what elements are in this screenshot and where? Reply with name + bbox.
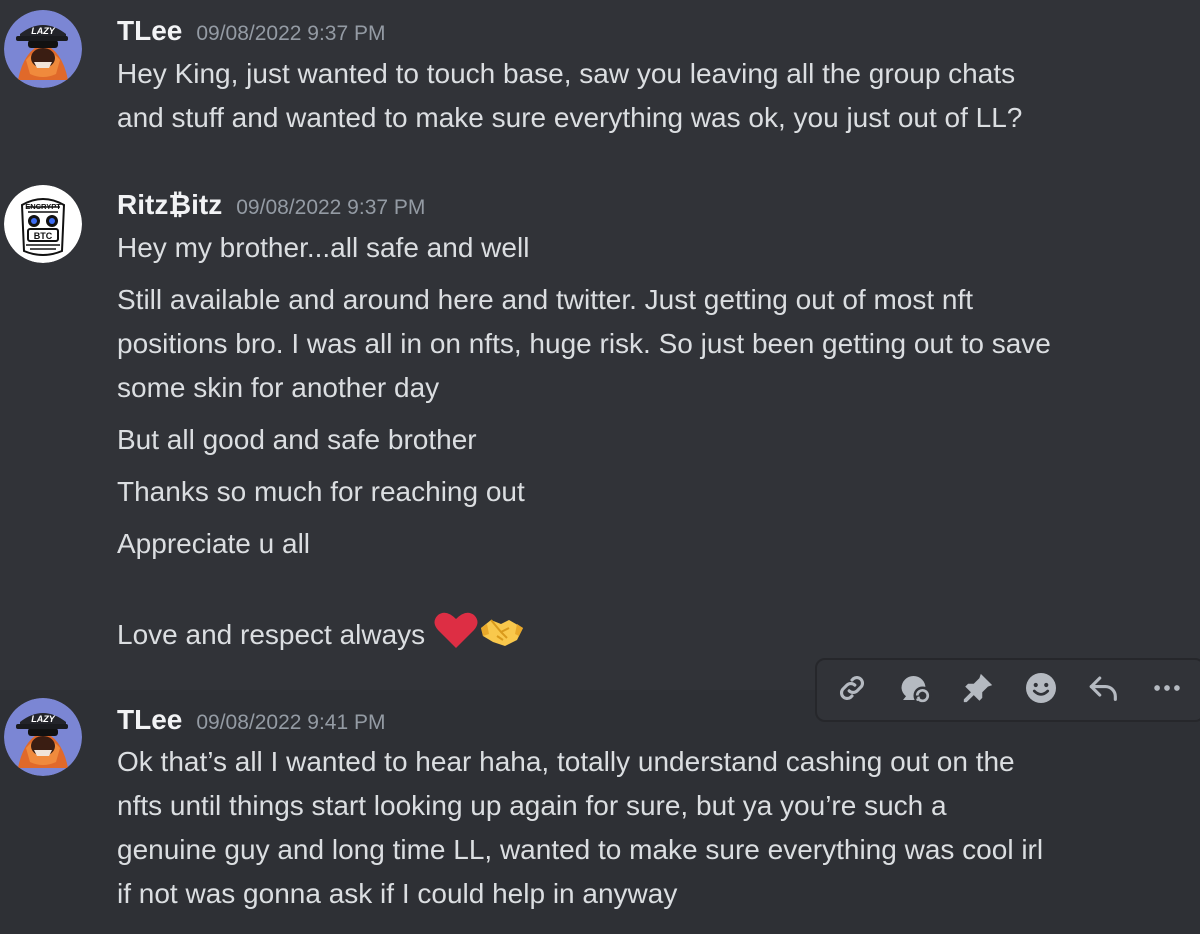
avatar-tlee[interactable]: LAZY (4, 10, 82, 88)
message-line: some skin for another day (117, 372, 440, 403)
username[interactable]: Ritz₿itz (117, 189, 222, 220)
more-options-button[interactable] (1146, 669, 1188, 711)
timestamp[interactable]: 09/08/2022 9:37 PM (236, 196, 425, 219)
avatar-cap-label: LAZY (31, 714, 55, 724)
message-line: Hey my brother...all safe and well (117, 232, 530, 263)
message-line: positions bro. I was all in on nfts, hug… (117, 328, 1051, 359)
username[interactable]: TLee (117, 704, 182, 735)
message-text: Love and respect always (117, 619, 426, 650)
message-line: Hey King, just wanted to touch base, saw… (117, 58, 1016, 89)
message-line: genuine guy and long time LL, wanted to … (117, 834, 1044, 865)
message-line: Thanks so much for reaching out (117, 476, 525, 507)
pin-icon (961, 671, 995, 710)
message-line: Appreciate u all (117, 528, 311, 559)
timestamp[interactable]: 09/08/2022 9:41 PM (196, 711, 385, 734)
copy-link-button[interactable] (831, 669, 873, 711)
reply-button[interactable] (1083, 669, 1125, 711)
handshake-emoji[interactable] (479, 610, 525, 663)
more-icon (1150, 671, 1184, 710)
pin-message-button[interactable] (957, 669, 999, 711)
message-line: Still available and around here and twit… (117, 284, 974, 315)
add-reaction-button[interactable] (1020, 669, 1062, 711)
avatar-ritzbitz[interactable]: ENCRYPT BTC (4, 185, 82, 263)
message-header: TLee 09/08/2022 9:41 PM (117, 706, 386, 734)
message-line: if not was gonna ask if I could help in … (117, 878, 678, 909)
message-line: But all good and safe brother (117, 424, 477, 455)
avatar-tlee[interactable]: LAZY (4, 698, 82, 776)
create-thread-button[interactable] (894, 669, 936, 711)
message-line-with-emoji: Love and respect always (117, 610, 525, 663)
message-line: Ok that’s all I wanted to hear haha, tot… (117, 746, 1015, 777)
message-header: TLee 09/08/2022 9:37 PM (117, 17, 386, 45)
red-heart-emoji[interactable] (433, 610, 479, 663)
reply-icon (1087, 671, 1121, 710)
add-reaction-icon (1023, 670, 1059, 711)
username[interactable]: TLee (117, 15, 182, 46)
avatar-label-bottom: BTC (34, 231, 53, 241)
message-line: and stuff and wanted to make sure everyt… (117, 102, 1023, 133)
timestamp[interactable]: 09/08/2022 9:37 PM (196, 22, 385, 45)
avatar-label-top: ENCRYPT (25, 202, 61, 211)
message-header: Ritz₿itz 09/08/2022 9:37 PM (117, 191, 425, 219)
create-thread-icon (897, 670, 933, 711)
message-actions-toolbar (815, 658, 1200, 722)
avatar-cap-label: LAZY (31, 26, 55, 36)
message-line: nfts until things start looking up again… (117, 790, 947, 821)
link-icon (835, 671, 869, 710)
